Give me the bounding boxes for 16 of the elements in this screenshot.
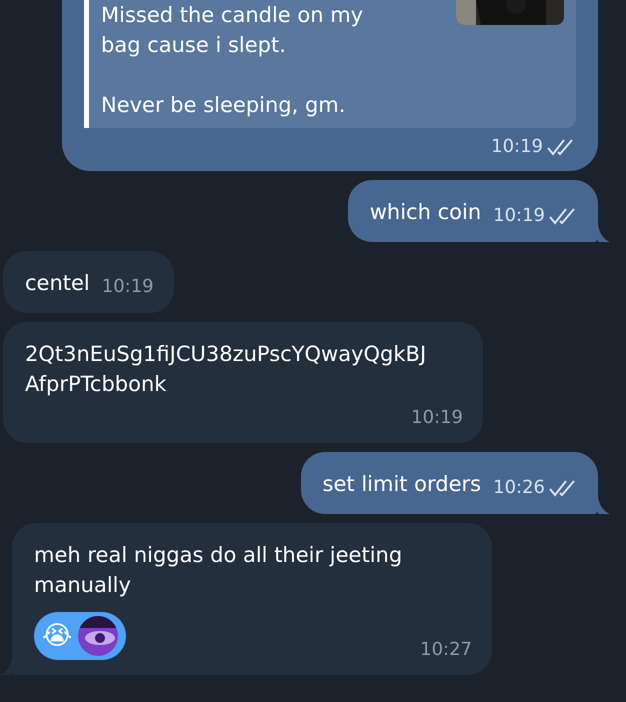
message-text: set limit orders — [322, 471, 482, 498]
quote-text: Never be sleeping, gm. — [101, 93, 346, 117]
quote-text: Missed the candle on my — [101, 3, 364, 27]
message-time: 10:19 — [491, 136, 543, 157]
message-time: 10:26 — [493, 477, 545, 498]
reaction-emoji: 😭 — [42, 620, 72, 653]
quote-text: bag cause i slept. — [101, 33, 286, 57]
reaction-pill[interactable]: 😭 — [34, 612, 126, 660]
message-text: meh real niggas do all their jeeting manually — [34, 542, 404, 599]
message-text: which coin — [370, 199, 482, 226]
message-text: centel — [25, 270, 90, 297]
message-time: 10:19 — [411, 407, 463, 428]
message-time: 10:19 — [493, 205, 545, 226]
message-time: 10:19 — [102, 276, 154, 297]
message-text: 2Qt3nEuSg1fiJCU38zuPscYQwayQgkBJ AfprPTcbbonk — [25, 341, 428, 398]
message-time: 10:27 — [420, 639, 472, 660]
